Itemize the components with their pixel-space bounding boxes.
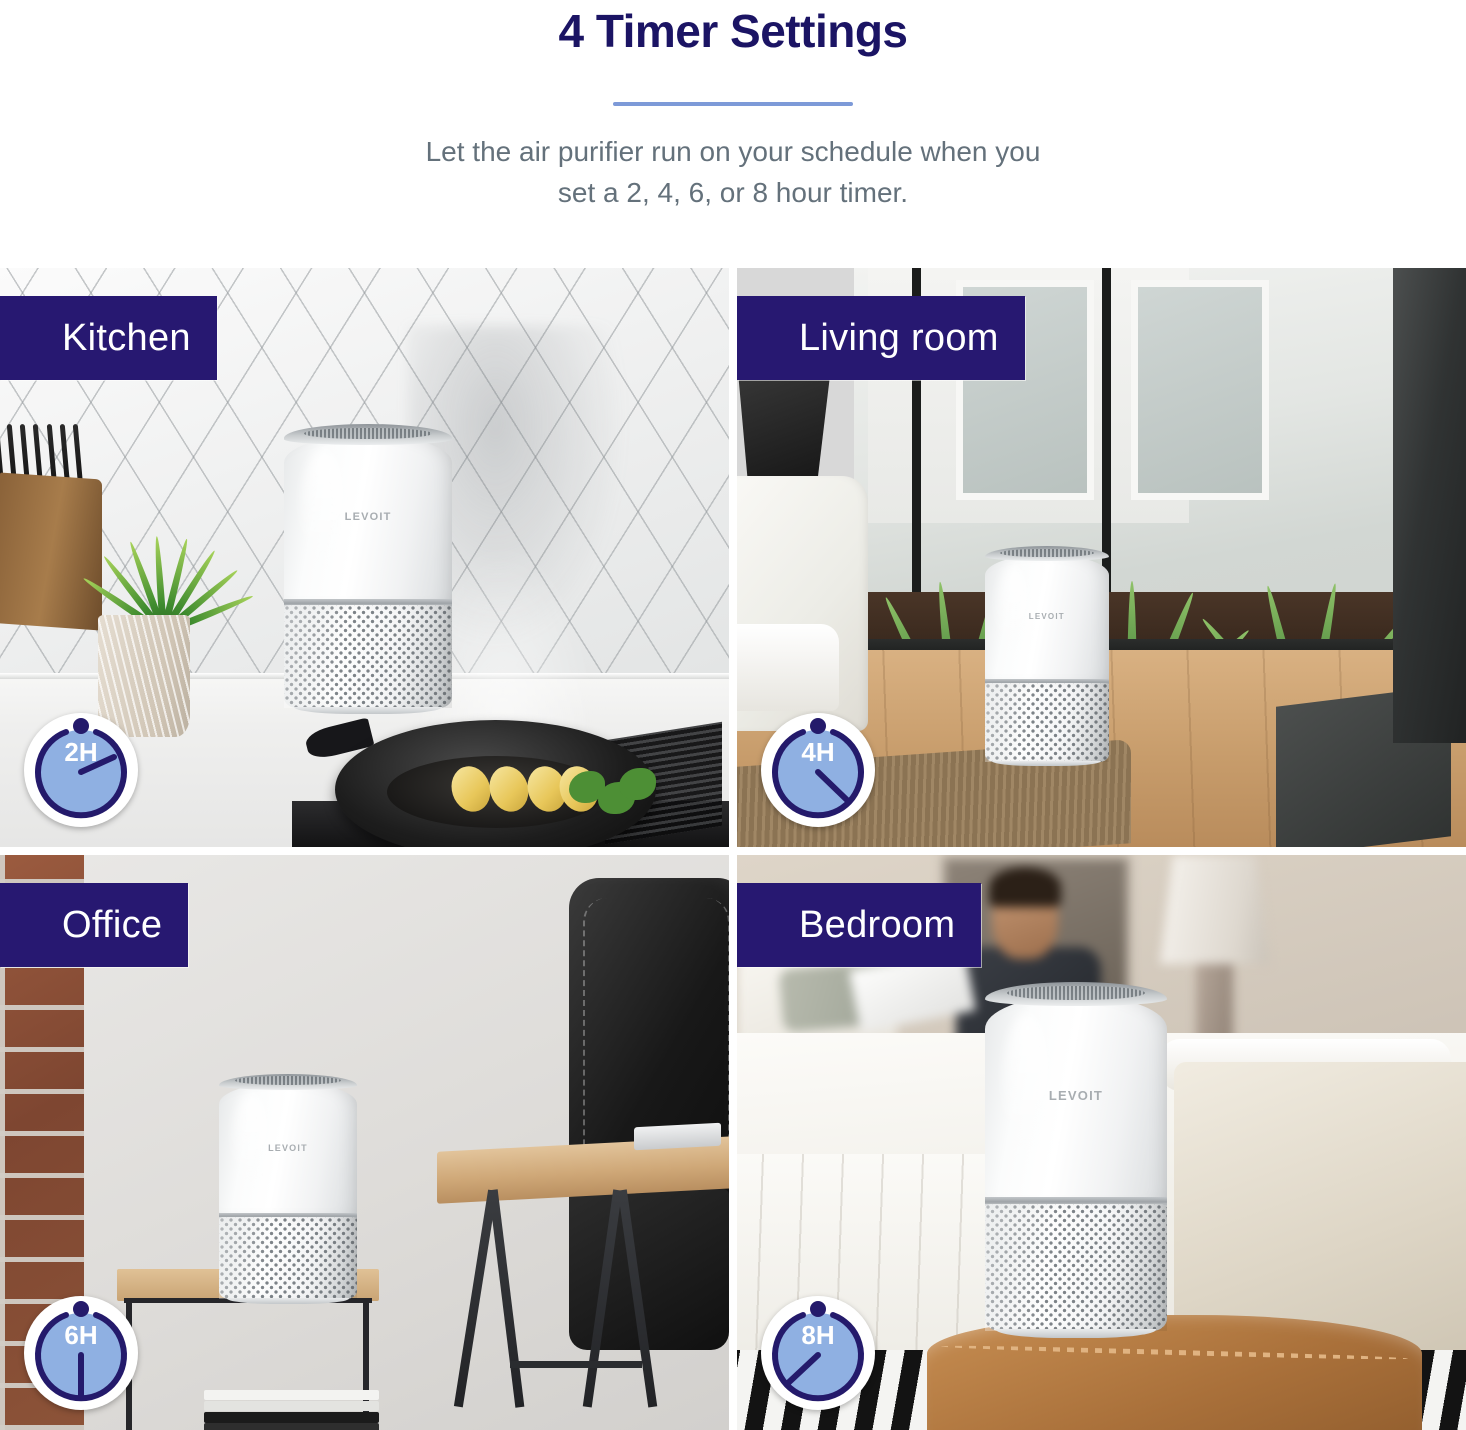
purifier-brand-logo: LEVOIT — [344, 511, 392, 524]
timer-badge-4h[interactable]: 4H — [759, 711, 877, 829]
room-label-text: Living room — [799, 316, 999, 359]
office-desk-trestle-legs — [453, 1188, 686, 1408]
product-feature-page: 4 Timer Settings Let the air purifier ru… — [0, 0, 1466, 1430]
room-label-text: Office — [62, 903, 163, 946]
title-divider — [613, 102, 853, 106]
air-purifier-living-room: LEVOIT — [984, 545, 1109, 766]
purifier-top-grille — [1006, 985, 1146, 1001]
air-purifier-office: LEVOIT — [218, 1073, 358, 1304]
purifier-highlight — [301, 450, 345, 567]
timer-badge-8h[interactable]: 8H — [759, 1294, 877, 1412]
kitchen-plant-leaves — [58, 447, 262, 636]
room-label-kitchen: Kitchen — [0, 296, 217, 380]
subtitle-line-1: Let the air purifier run on your schedul… — [425, 136, 1041, 167]
purifier-foot — [995, 1329, 1157, 1338]
timer-icon-6h: 6H — [24, 1296, 138, 1410]
room-panel-grid: LEVOIT Kitchen 2H LEVOIT Living room 4H … — [0, 268, 1466, 1430]
air-purifier-bedroom: LEVOIT — [984, 981, 1168, 1338]
page-title: 4 Timer Settings — [558, 5, 908, 57]
purifier-filter-mesh — [218, 1217, 358, 1299]
kitchen-herbs — [568, 766, 657, 815]
timer-badge-6h[interactable]: 6H — [22, 1294, 140, 1412]
livingroom-stone-column — [1393, 268, 1466, 743]
office-book-stack — [204, 1389, 380, 1430]
livingroom-white-sofa — [737, 476, 869, 732]
timer-hours-text-6h: 6H — [64, 1320, 97, 1350]
panel-living-room: LEVOIT Living room 4H — [737, 268, 1466, 847]
bedroom-person-hair — [988, 866, 1062, 907]
bedroom-lamp-shade — [1159, 855, 1270, 965]
office-desk-crossbar — [510, 1361, 642, 1368]
header-section: 4 Timer Settings Let the air purifier ru… — [0, 0, 1466, 268]
room-label-text: Bedroom — [799, 903, 956, 946]
bedroom-throw-blanket — [1174, 1062, 1466, 1350]
timer-hours-text-8h: 8H — [801, 1320, 834, 1350]
purifier-brand-logo: LEVOIT — [268, 1142, 308, 1153]
purifier-brand-logo: LEVOIT — [1028, 611, 1065, 621]
purifier-highlight — [232, 1094, 269, 1187]
timer-icon-2h: 2H — [24, 713, 138, 827]
panel-bedroom: LEVOIT Bedroom 8H — [737, 855, 1466, 1430]
purifier-filter-mesh — [984, 1204, 1168, 1331]
timer-hours-text-4h: 4H — [801, 737, 834, 767]
room-label-office: Office — [0, 883, 189, 967]
subtitle-line-2: set a 2, 4, 6, or 8 hour timer. — [557, 176, 909, 208]
panel-office: LEVOIT Office 6H — [0, 855, 729, 1430]
page-subtitle: Let the air purifier run on your schedul… — [0, 132, 1466, 213]
livingroom-exterior-door-right — [1130, 279, 1270, 500]
air-purifier-kitchen: LEVOIT — [284, 424, 452, 714]
purifier-filter-mesh — [984, 683, 1109, 762]
timer-badge-2h[interactable]: 2H — [22, 711, 140, 829]
room-label-living-room: Living room — [737, 296, 1025, 380]
purifier-foot — [226, 1297, 349, 1304]
purifier-foot — [294, 706, 442, 714]
panel-kitchen: LEVOIT Kitchen 2H — [0, 268, 729, 847]
room-label-bedroom: Bedroom — [737, 883, 982, 967]
timer-icon-8h: 8H — [761, 1296, 875, 1410]
room-label-text: Kitchen — [62, 316, 191, 359]
purifier-brand-logo: LEVOIT — [1048, 1088, 1104, 1104]
timer-hours-text-2h: 2H — [64, 737, 97, 767]
purifier-filter-mesh — [284, 605, 452, 709]
timer-icon-4h: 4H — [761, 713, 875, 827]
purifier-foot — [992, 760, 1102, 766]
